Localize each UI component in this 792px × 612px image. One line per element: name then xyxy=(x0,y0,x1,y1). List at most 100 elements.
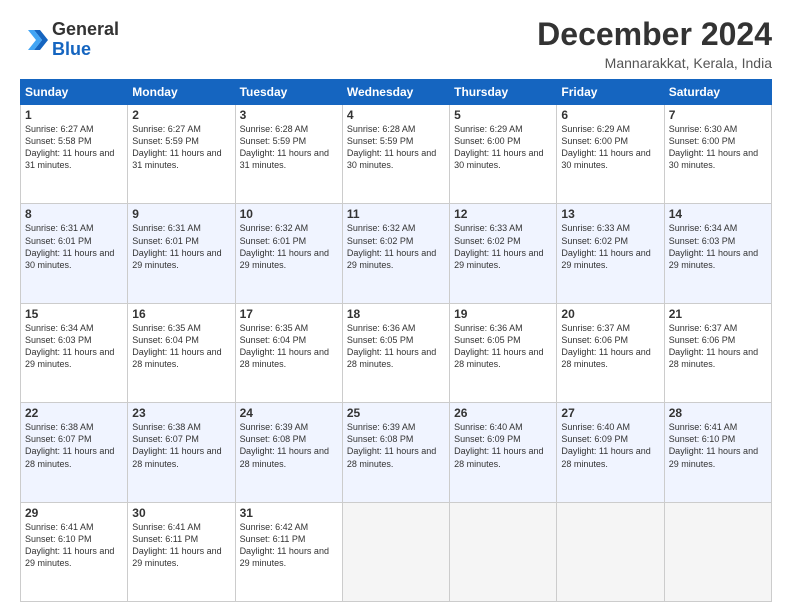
day-cell: 7Sunrise: 6:30 AMSunset: 6:00 PMDaylight… xyxy=(664,105,771,204)
day-info: Sunrise: 6:35 AMSunset: 6:04 PMDaylight:… xyxy=(240,322,338,371)
day-number: 21 xyxy=(669,307,767,321)
logo-text: General Blue xyxy=(52,20,119,60)
day-cell: 3Sunrise: 6:28 AMSunset: 5:59 PMDaylight… xyxy=(235,105,342,204)
day-info: Sunrise: 6:42 AMSunset: 6:11 PMDaylight:… xyxy=(240,521,338,570)
day-cell: 31Sunrise: 6:42 AMSunset: 6:11 PMDayligh… xyxy=(235,502,342,601)
col-header-tuesday: Tuesday xyxy=(235,80,342,105)
day-info: Sunrise: 6:32 AMSunset: 6:02 PMDaylight:… xyxy=(347,222,445,271)
day-number: 13 xyxy=(561,207,659,221)
day-number: 3 xyxy=(240,108,338,122)
day-info: Sunrise: 6:37 AMSunset: 6:06 PMDaylight:… xyxy=(669,322,767,371)
day-cell: 15Sunrise: 6:34 AMSunset: 6:03 PMDayligh… xyxy=(21,303,128,402)
calendar-header: SundayMondayTuesdayWednesdayThursdayFrid… xyxy=(21,80,772,105)
day-cell: 2Sunrise: 6:27 AMSunset: 5:59 PMDaylight… xyxy=(128,105,235,204)
day-info: Sunrise: 6:41 AMSunset: 6:11 PMDaylight:… xyxy=(132,521,230,570)
day-info: Sunrise: 6:31 AMSunset: 6:01 PMDaylight:… xyxy=(132,222,230,271)
day-info: Sunrise: 6:29 AMSunset: 6:00 PMDaylight:… xyxy=(454,123,552,172)
col-header-saturday: Saturday xyxy=(664,80,771,105)
week-row: 29Sunrise: 6:41 AMSunset: 6:10 PMDayligh… xyxy=(21,502,772,601)
day-number: 27 xyxy=(561,406,659,420)
day-number: 2 xyxy=(132,108,230,122)
col-header-monday: Monday xyxy=(128,80,235,105)
day-number: 12 xyxy=(454,207,552,221)
day-info: Sunrise: 6:34 AMSunset: 6:03 PMDaylight:… xyxy=(669,222,767,271)
day-cell: 12Sunrise: 6:33 AMSunset: 6:02 PMDayligh… xyxy=(450,204,557,303)
day-number: 18 xyxy=(347,307,445,321)
col-header-friday: Friday xyxy=(557,80,664,105)
day-cell: 24Sunrise: 6:39 AMSunset: 6:08 PMDayligh… xyxy=(235,403,342,502)
day-cell: 29Sunrise: 6:41 AMSunset: 6:10 PMDayligh… xyxy=(21,502,128,601)
day-info: Sunrise: 6:35 AMSunset: 6:04 PMDaylight:… xyxy=(132,322,230,371)
day-info: Sunrise: 6:39 AMSunset: 6:08 PMDaylight:… xyxy=(240,421,338,470)
day-cell xyxy=(664,502,771,601)
day-number: 15 xyxy=(25,307,123,321)
day-info: Sunrise: 6:27 AMSunset: 5:59 PMDaylight:… xyxy=(132,123,230,172)
day-cell: 19Sunrise: 6:36 AMSunset: 6:05 PMDayligh… xyxy=(450,303,557,402)
day-cell: 17Sunrise: 6:35 AMSunset: 6:04 PMDayligh… xyxy=(235,303,342,402)
day-cell: 23Sunrise: 6:38 AMSunset: 6:07 PMDayligh… xyxy=(128,403,235,502)
week-row: 22 Sunrise: 6:38 AMSunset: 6:07 PMDayligh… xyxy=(21,403,772,502)
day-cell: 9Sunrise: 6:31 AMSunset: 6:01 PMDaylight… xyxy=(128,204,235,303)
day-number: 17 xyxy=(240,307,338,321)
day-number: 10 xyxy=(240,207,338,221)
day-info: Sunrise: 6:40 AMSunset: 6:09 PMDaylight:… xyxy=(454,421,552,470)
day-number: 19 xyxy=(454,307,552,321)
day-number: 24 xyxy=(240,406,338,420)
day-cell: 30Sunrise: 6:41 AMSunset: 6:11 PMDayligh… xyxy=(128,502,235,601)
day-cell: 20Sunrise: 6:37 AMSunset: 6:06 PMDayligh… xyxy=(557,303,664,402)
day-cell: 18Sunrise: 6:36 AMSunset: 6:05 PMDayligh… xyxy=(342,303,449,402)
day-info: Sunrise: 6:28 AMSunset: 5:59 PMDaylight:… xyxy=(347,123,445,172)
day-cell: 13Sunrise: 6:33 AMSunset: 6:02 PMDayligh… xyxy=(557,204,664,303)
day-info: Sunrise: 6:34 AMSunset: 6:03 PMDaylight:… xyxy=(25,322,123,371)
day-info: Sunrise: 6:37 AMSunset: 6:06 PMDaylight:… xyxy=(561,322,659,371)
logo-icon xyxy=(20,26,48,54)
month-title: December 2024 xyxy=(537,16,772,53)
day-number: 31 xyxy=(240,506,338,520)
week-row: 8Sunrise: 6:31 AMSunset: 6:01 PMDaylight… xyxy=(21,204,772,303)
day-number: 28 xyxy=(669,406,767,420)
location: Mannarakkat, Kerala, India xyxy=(537,55,772,71)
day-info: Sunrise: 6:40 AMSunset: 6:09 PMDaylight:… xyxy=(561,421,659,470)
day-cell: 11Sunrise: 6:32 AMSunset: 6:02 PMDayligh… xyxy=(342,204,449,303)
day-number: 25 xyxy=(347,406,445,420)
day-info: Sunrise: 6:33 AMSunset: 6:02 PMDaylight:… xyxy=(561,222,659,271)
day-info: Sunrise: 6:31 AMSunset: 6:01 PMDaylight:… xyxy=(25,222,123,271)
col-header-thursday: Thursday xyxy=(450,80,557,105)
day-number: 7 xyxy=(669,108,767,122)
logo: General Blue xyxy=(20,20,119,60)
day-cell: 28Sunrise: 6:41 AMSunset: 6:10 PMDayligh… xyxy=(664,403,771,502)
day-number: 30 xyxy=(132,506,230,520)
header: General Blue December 2024 Mannarakkat, … xyxy=(20,16,772,71)
day-number: 1 xyxy=(25,108,123,122)
day-cell: 27Sunrise: 6:40 AMSunset: 6:09 PMDayligh… xyxy=(557,403,664,502)
day-cell xyxy=(557,502,664,601)
day-number: 5 xyxy=(454,108,552,122)
calendar-body: 1Sunrise: 6:27 AMSunset: 5:58 PMDaylight… xyxy=(21,105,772,602)
day-info: Sunrise: 6:38 AMSunset: 6:07 PMDaylight:… xyxy=(132,421,230,470)
day-info: Sunrise: 6:39 AMSunset: 6:08 PMDaylight:… xyxy=(347,421,445,470)
day-cell: 4Sunrise: 6:28 AMSunset: 5:59 PMDaylight… xyxy=(342,105,449,204)
day-cell: 16Sunrise: 6:35 AMSunset: 6:04 PMDayligh… xyxy=(128,303,235,402)
day-info: Sunrise: 6:29 AMSunset: 6:00 PMDaylight:… xyxy=(561,123,659,172)
day-info: Sunrise: 6:30 AMSunset: 6:00 PMDaylight:… xyxy=(669,123,767,172)
week-row: 15Sunrise: 6:34 AMSunset: 6:03 PMDayligh… xyxy=(21,303,772,402)
day-number: 9 xyxy=(132,207,230,221)
day-number: 22 xyxy=(25,406,123,420)
day-cell xyxy=(450,502,557,601)
day-cell xyxy=(342,502,449,601)
day-number: 6 xyxy=(561,108,659,122)
day-number: 23 xyxy=(132,406,230,420)
day-cell: 8Sunrise: 6:31 AMSunset: 6:01 PMDaylight… xyxy=(21,204,128,303)
title-block: December 2024 Mannarakkat, Kerala, India xyxy=(537,16,772,71)
col-header-sunday: Sunday xyxy=(21,80,128,105)
day-cell: 21Sunrise: 6:37 AMSunset: 6:06 PMDayligh… xyxy=(664,303,771,402)
day-info: Sunrise: 6:36 AMSunset: 6:05 PMDaylight:… xyxy=(454,322,552,371)
day-info: Sunrise: 6:41 AMSunset: 6:10 PMDaylight:… xyxy=(25,521,123,570)
day-number: 29 xyxy=(25,506,123,520)
day-number: 26 xyxy=(454,406,552,420)
day-cell: 5Sunrise: 6:29 AMSunset: 6:00 PMDaylight… xyxy=(450,105,557,204)
day-cell: 25Sunrise: 6:39 AMSunset: 6:08 PMDayligh… xyxy=(342,403,449,502)
day-info: Sunrise: 6:33 AMSunset: 6:02 PMDaylight:… xyxy=(454,222,552,271)
day-info: Sunrise: 6:32 AMSunset: 6:01 PMDaylight:… xyxy=(240,222,338,271)
day-info: Sunrise: 6:41 AMSunset: 6:10 PMDaylight:… xyxy=(669,421,767,470)
